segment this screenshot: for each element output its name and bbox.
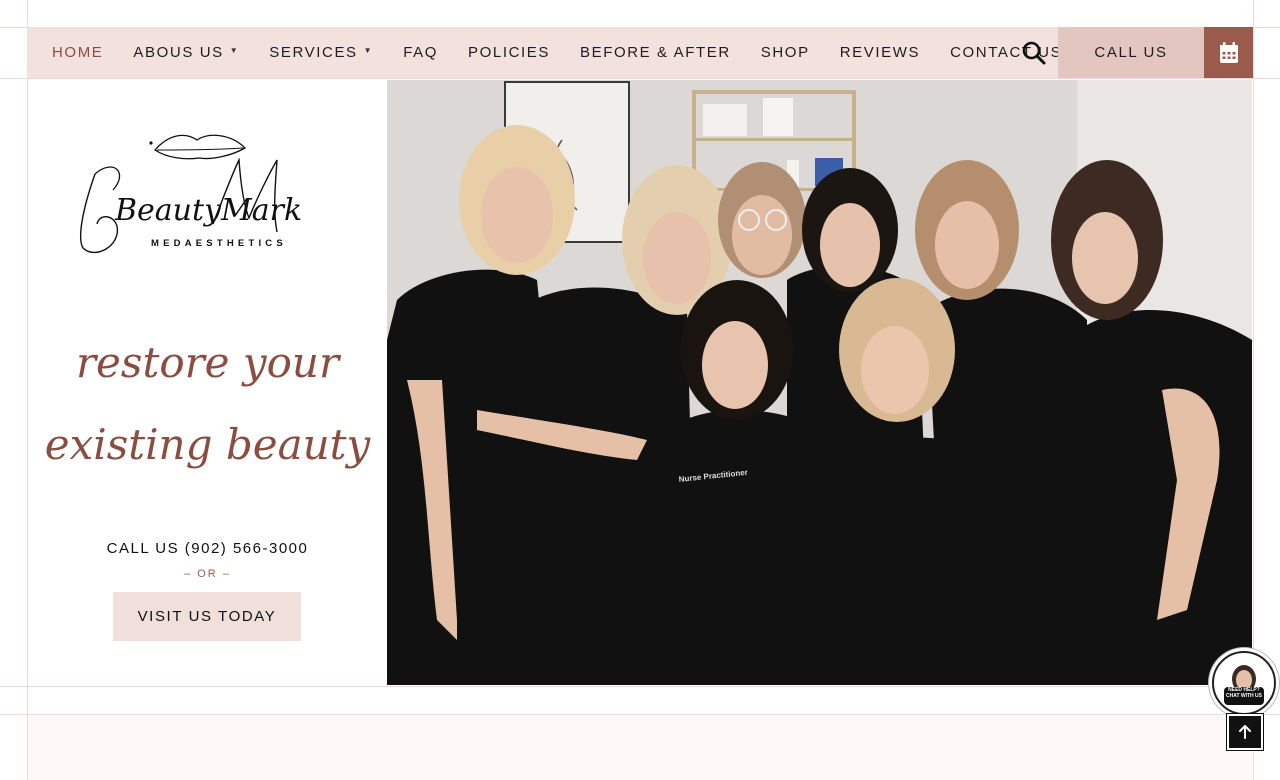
nav-item-services[interactable]: SERVICES ▼ (269, 44, 373, 61)
hero-tagline-line2: existing beauty (44, 420, 371, 469)
nav-item-before-after[interactable]: BEFORE & AFTER (580, 44, 731, 61)
visit-us-button[interactable]: VISIT US TODAY (113, 592, 301, 641)
chat-avatar-icon (1216, 655, 1272, 711)
or-divider: – OR – (184, 568, 231, 580)
frame-line-nav-bottom (0, 78, 1280, 79)
nav-item-about-us[interactable]: ABOUS US ▼ (133, 44, 239, 61)
next-section-band (28, 715, 1252, 780)
team-photo: Nurse Practitioner (387, 80, 1252, 685)
svg-text:BeautyMark: BeautyMark (114, 193, 302, 228)
dropdown-caret-icon: ▼ (363, 46, 374, 55)
brand-logo[interactable]: BeautyMark MEDAESTHETICS (73, 128, 343, 258)
nav-menu: HOME ABOUS US ▼ SERVICES ▼ FAQ POLICIES BE… (27, 27, 1092, 78)
nav-item-shop[interactable]: SHOP (761, 44, 810, 61)
nav-item-policies[interactable]: POLICIES (468, 44, 550, 61)
hero-intro-panel: BeautyMark MEDAESTHETICS restore your ex… (28, 80, 387, 685)
logo-graphic: BeautyMark MEDAESTHETICS (80, 134, 302, 254)
nav-item-home[interactable]: HOME (52, 44, 103, 61)
nav-item-faq[interactable]: FAQ (403, 44, 438, 61)
phone-link[interactable]: CALL US (902) 566-3000 (28, 540, 387, 557)
nav-item-reviews[interactable]: REVIEWS (840, 44, 920, 61)
chat-widget-button[interactable]: NEED HELP? CHAT WITH US (1212, 651, 1276, 715)
dropdown-caret-icon: ▼ (229, 46, 240, 55)
frame-line-hero-bottom (0, 686, 1280, 687)
main-nav: HOME ABOUS US ▼ SERVICES ▼ FAQ POLICIES BE… (27, 27, 1253, 78)
book-appointment-button[interactable] (1204, 27, 1253, 78)
chat-label: NEED HELP? CHAT WITH US (1225, 687, 1262, 699)
search-button[interactable] (1020, 39, 1048, 67)
back-to-top-button[interactable] (1227, 714, 1263, 750)
team-photo-illustration: Nurse Practitioner (387, 80, 1252, 685)
arrow-up-icon (1239, 725, 1251, 739)
call-us-button[interactable]: CALL US (1058, 27, 1204, 78)
calendar-icon (1219, 41, 1238, 63)
search-icon (1022, 41, 1046, 65)
hero-tagline-line1: restore your (75, 338, 340, 387)
svg-text:MEDAESTHETICS: MEDAESTHETICS (151, 238, 287, 249)
